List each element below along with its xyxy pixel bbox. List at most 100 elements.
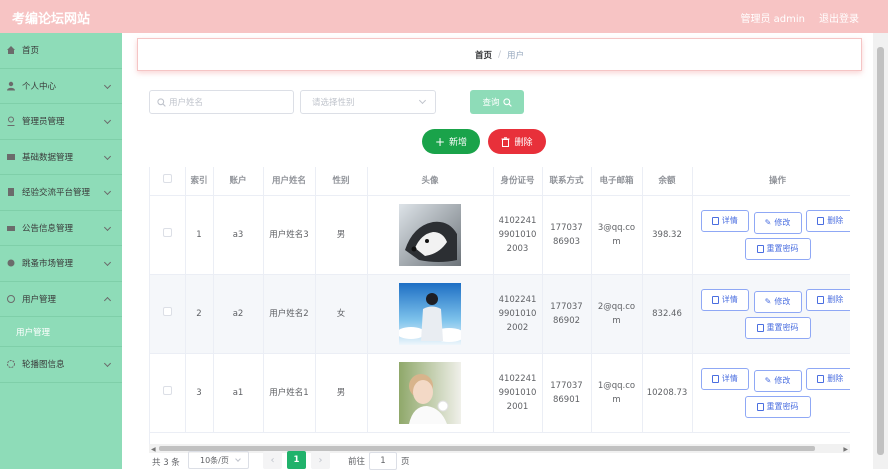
sidebar-item-admin[interactable]: 管理员管理 xyxy=(0,104,122,140)
cell-account: a3 xyxy=(213,195,264,275)
plus-icon: + xyxy=(434,134,446,149)
admin-label[interactable]: 管理员 admin xyxy=(740,10,805,25)
detail-button[interactable]: 详情 xyxy=(700,209,749,232)
chevron-up-icon xyxy=(103,296,112,304)
name-search-placeholder: 用户姓名 xyxy=(169,98,204,108)
next-page-button[interactable]: › xyxy=(311,451,330,469)
breadcrumb-current: 用户 xyxy=(506,50,524,61)
sidebar-item-carousel[interactable]: 轮播图信息 xyxy=(0,347,122,383)
page-jump-input[interactable]: 1 xyxy=(369,452,398,470)
pencil-icon: ✎ xyxy=(764,217,772,227)
cell-idcard: 410224199010102003 xyxy=(493,195,543,275)
row-delete-button[interactable]: 删除 xyxy=(806,288,850,311)
chevron-down-icon xyxy=(235,456,241,462)
table-header-row: 索引 账户 用户姓名 性别 头像 身份证号 联系方式 电子邮箱 余额 操作 xyxy=(150,167,850,196)
col-name: 用户姓名 xyxy=(263,167,316,196)
edit-button[interactable]: ✎ 修改 xyxy=(753,211,802,234)
sidebar-item-label: 基础数据管理 xyxy=(22,152,74,163)
row-checkbox[interactable] xyxy=(150,274,186,354)
delete-button[interactable]: 删除 xyxy=(488,129,546,154)
avatar-portrait-image xyxy=(399,361,461,424)
edit-button[interactable]: ✎ 修改 xyxy=(753,290,802,313)
page-vertical-scrollbar[interactable] xyxy=(873,33,888,469)
scroll-right-arrow-icon[interactable]: ▶ xyxy=(843,446,848,453)
select-all-checkbox[interactable] xyxy=(150,167,186,196)
breadcrumb-separator: / xyxy=(498,49,501,60)
search-icon xyxy=(502,97,512,107)
avatar-husky-image xyxy=(399,203,461,266)
reset-password-button[interactable]: 重置密码 xyxy=(744,395,811,418)
home-icon xyxy=(6,45,16,55)
table-horizontal-scrollbar[interactable]: ◀ ▶ xyxy=(149,444,850,453)
sidebar-item-basedata[interactable]: 基础数据管理 xyxy=(0,140,122,175)
breadcrumb-home[interactable]: 首页 xyxy=(475,49,492,61)
row-checkbox[interactable] xyxy=(150,195,186,275)
cell-index: 1 xyxy=(185,195,214,275)
document-icon xyxy=(756,244,764,253)
sidebar-item-home[interactable]: 首页 xyxy=(0,33,122,69)
chevron-down-icon xyxy=(103,258,112,267)
cell-gender: 男 xyxy=(315,353,368,433)
sidebar-item-label: 经验交流平台管理 xyxy=(22,188,91,199)
reset-password-button[interactable]: 重置密码 xyxy=(744,316,811,339)
prev-page-button[interactable]: ‹ xyxy=(263,451,282,469)
page-number-current[interactable]: 1 xyxy=(287,451,306,469)
col-balance: 余额 xyxy=(642,167,693,196)
cell-name: 用户姓名1 xyxy=(263,353,316,433)
reset-password-button[interactable]: 重置密码 xyxy=(744,237,811,260)
logout-link[interactable]: 退出登录 xyxy=(819,10,859,25)
trash-icon xyxy=(817,216,825,225)
row-delete-button[interactable]: 删除 xyxy=(806,209,850,232)
table-row: 1 a3 用户姓名3 男 410224199010102003 17703786… xyxy=(150,195,850,275)
sidebar-item-notice[interactable]: 公告信息管理 xyxy=(0,211,122,246)
avatar-sky-image xyxy=(399,282,461,345)
cell-actions: 详情 ✎ 修改 删除 重置密码 xyxy=(692,274,850,354)
sidebar-subitem-user-management[interactable]: 用户管理 xyxy=(0,317,122,347)
breadcrumb: 首页 / 用户 xyxy=(137,38,862,71)
detail-button[interactable]: 详情 xyxy=(700,288,749,311)
sidebar-item-label: 跳蚤市场管理 xyxy=(22,259,74,270)
users-icon xyxy=(6,294,16,304)
chevron-down-icon xyxy=(103,359,112,368)
row-checkbox[interactable] xyxy=(150,353,186,433)
page-size-select[interactable]: 10条/页 xyxy=(188,451,249,469)
cell-account: a1 xyxy=(213,353,264,433)
chevron-left-icon: ‹ xyxy=(270,454,275,466)
cell-phone: 17703786901 xyxy=(542,353,592,433)
name-search-input[interactable]: 用户姓名 xyxy=(149,90,294,114)
edit-button[interactable]: ✎ 修改 xyxy=(753,369,802,392)
scrollbar-thumb[interactable] xyxy=(159,446,815,451)
col-avatar: 头像 xyxy=(367,167,494,196)
cell-phone: 17703786902 xyxy=(542,274,592,354)
chevron-down-icon xyxy=(103,81,112,89)
cell-email: 3@qq.com xyxy=(591,195,643,275)
delete-button-label: 删除 xyxy=(514,138,533,148)
chevron-down-icon xyxy=(103,152,112,160)
sidebar-item-market[interactable]: 跳蚤市场管理 xyxy=(0,246,122,282)
detail-button[interactable]: 详情 xyxy=(700,367,749,390)
sidebar-item-profile[interactable]: 个人中心 xyxy=(0,69,122,104)
sidebar-item-forum[interactable]: 经验交流平台管理 xyxy=(0,175,122,211)
notice-icon xyxy=(6,223,16,233)
search-icon xyxy=(157,97,166,107)
gender-select[interactable]: 请选择性别 xyxy=(300,90,436,114)
row-delete-button[interactable]: 删除 xyxy=(806,367,850,390)
sidebar-item-users[interactable]: 用户管理 xyxy=(0,282,122,317)
col-idcard: 身份证号 xyxy=(493,167,543,196)
cell-gender: 男 xyxy=(315,195,368,275)
document-icon xyxy=(711,216,719,225)
cell-name: 用户姓名3 xyxy=(263,195,316,275)
chevron-down-icon xyxy=(103,223,112,231)
add-button[interactable]: + 新增 xyxy=(422,129,480,154)
cell-email: 1@qq.com xyxy=(591,353,643,433)
data-icon xyxy=(6,152,16,162)
forum-icon xyxy=(6,187,16,197)
trash-icon xyxy=(817,374,825,383)
user-icon xyxy=(6,81,16,91)
chevron-down-icon xyxy=(418,96,427,105)
cell-idcard: 410224199010102001 xyxy=(493,353,543,433)
search-button[interactable]: 查询 xyxy=(470,90,524,114)
sidebar-item-label: 个人中心 xyxy=(22,81,57,92)
scrollbar-thumb[interactable] xyxy=(877,47,884,455)
sidebar-item-label: 轮播图信息 xyxy=(22,360,65,371)
